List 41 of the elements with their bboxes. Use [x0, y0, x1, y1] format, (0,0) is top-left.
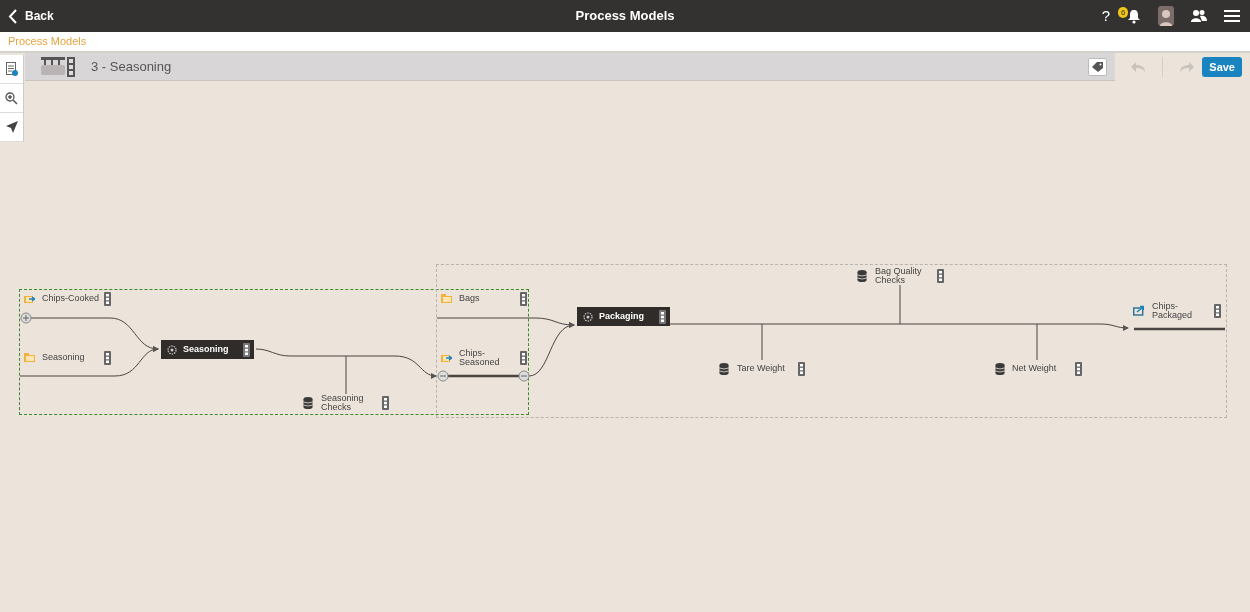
node-label: Chips-Packaged [1152, 301, 1190, 321]
machine-icon [41, 56, 75, 77]
back-button[interactable]: Back [8, 7, 54, 25]
database-icon [303, 397, 314, 409]
connector-line [448, 374, 519, 378]
avatar-icon[interactable] [1158, 6, 1174, 26]
help-button[interactable]: ? [1101, 4, 1110, 28]
plus-icon[interactable] [20, 312, 32, 324]
node-label: Seasoning Checks [321, 393, 365, 413]
zoom-in-icon[interactable] [5, 91, 18, 105]
process-node[interactable]: Seasoning [161, 340, 254, 359]
node-label: Bag Quality Checks [875, 266, 923, 286]
minus-icon[interactable] [518, 370, 530, 382]
document-icon[interactable] [5, 62, 18, 76]
gear-icon [583, 311, 593, 322]
page-title: Process Models [575, 7, 675, 26]
notification-bell-icon[interactable] [1127, 8, 1141, 24]
node-label: Net Weight [1012, 364, 1057, 374]
node-label: Chips-Cooked [42, 294, 100, 304]
users-icon[interactable] [1191, 9, 1207, 23]
tag-button[interactable] [1088, 57, 1107, 76]
navigation-arrow-icon[interactable] [5, 121, 18, 133]
gear-icon [167, 344, 177, 355]
node-label: Tare Weight [737, 364, 785, 374]
more-options-icon[interactable] [659, 309, 666, 324]
process-node[interactable]: Packaging [577, 307, 670, 326]
box-icon [24, 352, 35, 364]
database-icon [995, 363, 1006, 375]
export-icon [1133, 305, 1144, 317]
node-label: Seasoning [42, 353, 85, 363]
database-icon [719, 363, 730, 375]
save-button[interactable]: Save [1202, 56, 1242, 78]
back-icon [8, 8, 17, 24]
notification-count: 6 [1118, 7, 1129, 18]
box-icon [441, 293, 452, 305]
node-label: Bags [459, 294, 480, 304]
more-options-icon[interactable] [243, 342, 250, 357]
tag-icon [1092, 61, 1103, 72]
database-icon [857, 270, 868, 282]
model-title: 3 - Seasoning [91, 57, 172, 76]
menu-icon[interactable] [1224, 10, 1240, 22]
